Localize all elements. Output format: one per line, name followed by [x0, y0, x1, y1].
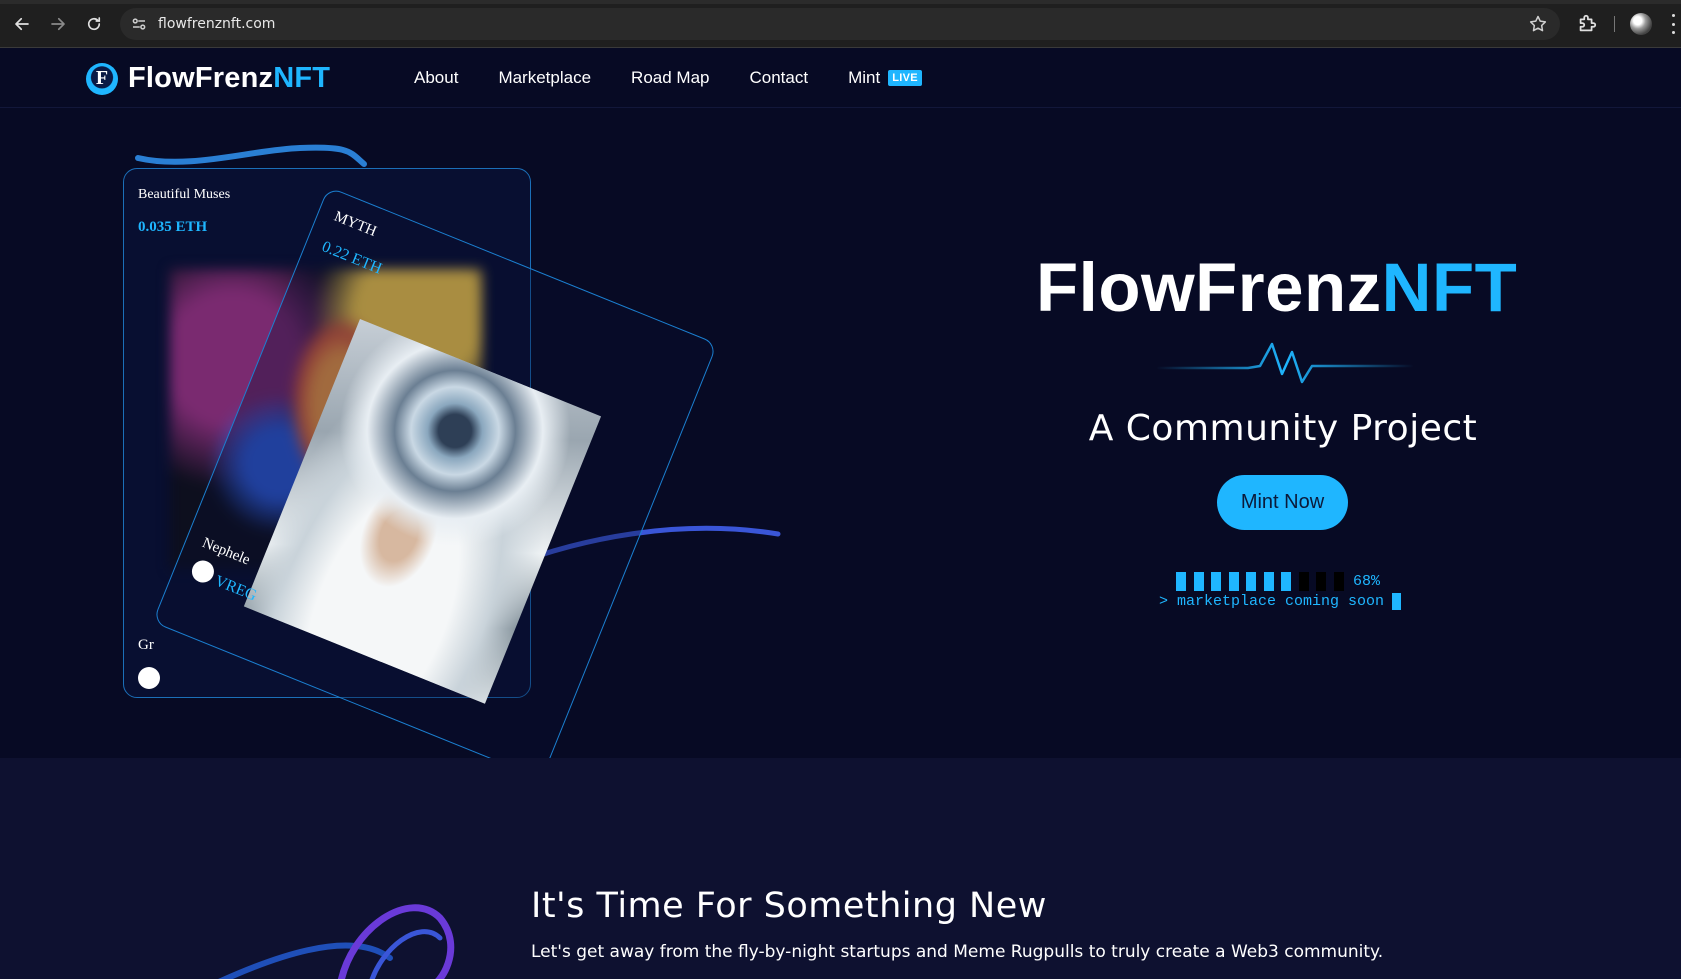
heartbeat-pulse-icon [1156, 342, 1414, 384]
progress-percent: 68% [1353, 573, 1381, 590]
card-avatar-dot [138, 667, 160, 689]
card-title: MYTH [331, 208, 379, 240]
hero-title-accent: NFT [1381, 249, 1518, 326]
mint-progress-bar: 68% [1176, 572, 1380, 591]
back-arrow-icon[interactable] [10, 12, 34, 36]
tab-strip-edge [0, 0, 1681, 4]
main-nav: About Marketplace Road Map Contact Mint L… [414, 68, 962, 88]
progress-segment [1228, 572, 1239, 591]
card-avatar-dot [188, 557, 218, 586]
address-bar[interactable]: flowfrenznft.com [120, 8, 1560, 40]
extensions-puzzle-icon[interactable] [1576, 13, 1598, 35]
progress-segment [1298, 572, 1309, 591]
logo-wordmark: FlowFrenzNFT [128, 62, 330, 95]
webpage: F FlowFrenzNFT About Marketplace Road Ma… [0, 48, 1681, 979]
progress-segment [1263, 572, 1274, 591]
mint-now-button[interactable]: Mint Now [1217, 475, 1348, 530]
flowfrenz-logo-icon: F [86, 62, 118, 95]
progress-segment [1176, 572, 1186, 591]
hero-title-main: FlowFrenz [1036, 249, 1382, 326]
progress-segments [1176, 572, 1351, 591]
nav-marketplace[interactable]: Marketplace [498, 68, 591, 88]
card-artwork-image [243, 318, 602, 704]
decorative-wave-top [135, 144, 367, 167]
toolbar-divider [1614, 16, 1615, 32]
kebab-menu-icon[interactable] [1670, 14, 1676, 34]
card-price: 0.035 ETH [138, 219, 208, 235]
nav-roadmap[interactable]: Road Map [631, 68, 709, 88]
hero-title: FlowFrenzNFT [1036, 248, 1517, 327]
intro-section: It's Time For Something New Let's get aw… [0, 758, 1681, 979]
progress-segment [1193, 572, 1204, 591]
progress-segment [1246, 572, 1256, 591]
card-title: Beautiful Muses [138, 187, 231, 202]
decorative-swirl [218, 904, 455, 979]
site-settings-icon[interactable] [130, 15, 148, 33]
progress-segment [1333, 572, 1344, 591]
nav-mint[interactable]: Mint LIVE [848, 68, 922, 88]
reload-icon[interactable] [82, 12, 106, 36]
hero-section: Beautiful Muses 0.035 ETH Gr MYTH 0.22 E… [0, 108, 1681, 780]
card-bottom-label: Gr [138, 637, 154, 653]
site-logo[interactable]: F FlowFrenzNFT [86, 62, 330, 95]
url-text[interactable]: flowfrenznft.com [158, 16, 275, 32]
logo-accent-text: NFT [273, 62, 331, 94]
site-header: F FlowFrenzNFT About Marketplace Road Ma… [0, 48, 1681, 108]
live-badge: LIVE [888, 70, 922, 86]
card-price: 0.22 ETH [319, 238, 385, 278]
progress-segment [1281, 572, 1291, 591]
card-creator-code: VREG [212, 572, 260, 605]
nav-about[interactable]: About [414, 68, 458, 88]
section-title: It's Time For Something New [531, 886, 1047, 926]
progress-segment [1316, 572, 1326, 591]
bookmark-star-icon[interactable] [1528, 14, 1548, 34]
status-terminal-line: > marketplace coming soon [1159, 593, 1402, 610]
section-text: Let's get away from the fly-by-night sta… [531, 942, 1384, 962]
forward-arrow-icon[interactable] [46, 12, 70, 36]
nav-contact[interactable]: Contact [749, 68, 808, 88]
profile-avatar[interactable] [1630, 13, 1652, 35]
progress-segment [1211, 572, 1221, 591]
terminal-cursor [1392, 593, 1402, 610]
hero-tagline: A Community Project [1088, 408, 1478, 449]
browser-toolbar: flowfrenznft.com [0, 0, 1681, 48]
terminal-text: > marketplace coming soon [1159, 593, 1385, 610]
nav-mint-label: Mint [848, 68, 881, 87]
logo-main-text: FlowFrenz [128, 62, 274, 94]
